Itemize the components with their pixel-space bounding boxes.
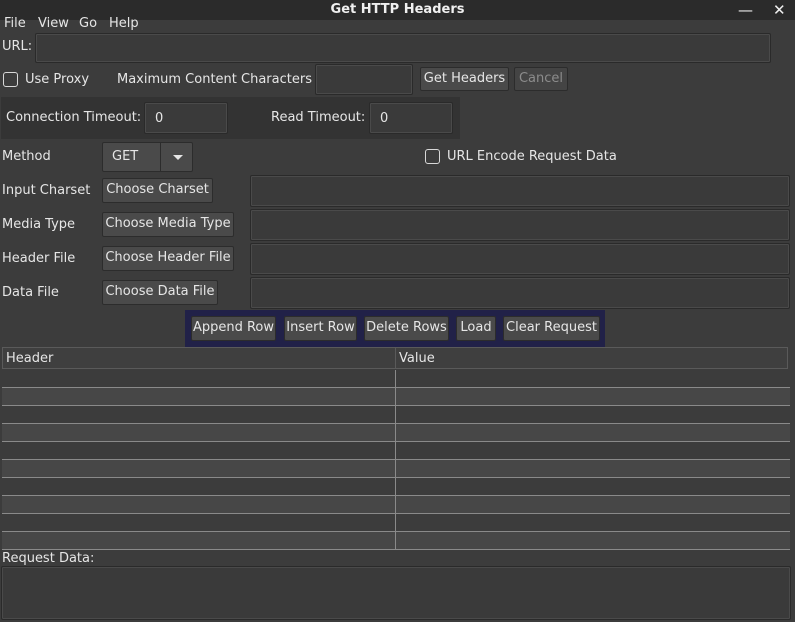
input-charset-label: Input Charset — [2, 183, 91, 198]
table-row[interactable] — [2, 460, 790, 478]
cancel-button[interactable]: Cancel — [514, 67, 568, 91]
window-title: Get HTTP Headers — [330, 2, 465, 17]
append-row-button[interactable]: Append Row — [191, 316, 276, 341]
table-row[interactable] — [2, 496, 790, 514]
url-encode-label: URL Encode Request Data — [447, 149, 617, 164]
get-headers-button[interactable]: Get Headers — [420, 67, 509, 91]
url-label: URL: — [2, 39, 33, 54]
table-row[interactable] — [2, 532, 790, 550]
use-proxy-label: Use Proxy — [25, 72, 90, 87]
header-column-heading[interactable]: Header — [3, 348, 396, 370]
menu-file[interactable]: File — [4, 16, 26, 31]
choose-header-file-button[interactable]: Choose Header File — [102, 246, 234, 271]
use-proxy-checkbox[interactable] — [3, 72, 18, 87]
table-row[interactable] — [2, 514, 790, 532]
choose-media-type-button[interactable]: Choose Media Type — [102, 212, 234, 237]
table-row[interactable] — [2, 406, 790, 424]
data-file-label: Data File — [2, 285, 59, 300]
header-file-label: Header File — [2, 251, 76, 266]
media-type-label: Media Type — [2, 217, 76, 232]
choose-data-file-button[interactable]: Choose Data File — [102, 280, 218, 305]
close-icon[interactable]: ✕ — [773, 1, 786, 19]
max-chars-label: Maximum Content Characters — [117, 72, 312, 87]
method-select-divider — [160, 143, 161, 171]
headers-table-header: Header Value — [2, 347, 788, 370]
charset-input[interactable] — [250, 175, 790, 207]
load-button[interactable]: Load — [456, 316, 496, 341]
url-encode-checkbox[interactable] — [425, 149, 440, 164]
data-file-input[interactable] — [250, 277, 790, 309]
menu-go[interactable]: Go — [79, 16, 97, 31]
menu-help[interactable]: Help — [109, 16, 139, 31]
table-row[interactable] — [2, 388, 790, 406]
request-data-textarea[interactable] — [1, 566, 791, 620]
read-timeout-input[interactable] — [369, 102, 453, 134]
table-row[interactable] — [2, 370, 790, 388]
connection-timeout-input[interactable] — [144, 102, 228, 134]
table-row[interactable] — [2, 478, 790, 496]
connection-timeout-label: Connection Timeout: — [6, 110, 142, 125]
minimize-icon[interactable]: — — [738, 1, 753, 19]
chevron-down-icon — [173, 155, 183, 160]
method-selected-value: GET — [112, 149, 139, 164]
max-chars-input[interactable] — [315, 64, 413, 95]
url-input[interactable] — [35, 33, 771, 63]
method-select[interactable]: GET — [102, 142, 193, 172]
table-row[interactable] — [2, 442, 790, 460]
header-file-input[interactable] — [250, 243, 790, 275]
media-type-input[interactable] — [250, 209, 790, 241]
read-timeout-label: Read Timeout: — [271, 110, 366, 125]
request-data-label: Request Data: — [2, 551, 95, 566]
clear-request-button[interactable]: Clear Request — [503, 316, 600, 341]
insert-row-button[interactable]: Insert Row — [284, 316, 357, 341]
method-label: Method — [2, 149, 51, 164]
table-column-divider — [395, 370, 396, 550]
table-row[interactable] — [2, 424, 790, 442]
value-column-heading[interactable]: Value — [396, 348, 787, 370]
menu-view[interactable]: View — [38, 16, 69, 31]
delete-rows-button[interactable]: Delete Rows — [364, 316, 449, 341]
choose-charset-button[interactable]: Choose Charset — [102, 178, 213, 203]
